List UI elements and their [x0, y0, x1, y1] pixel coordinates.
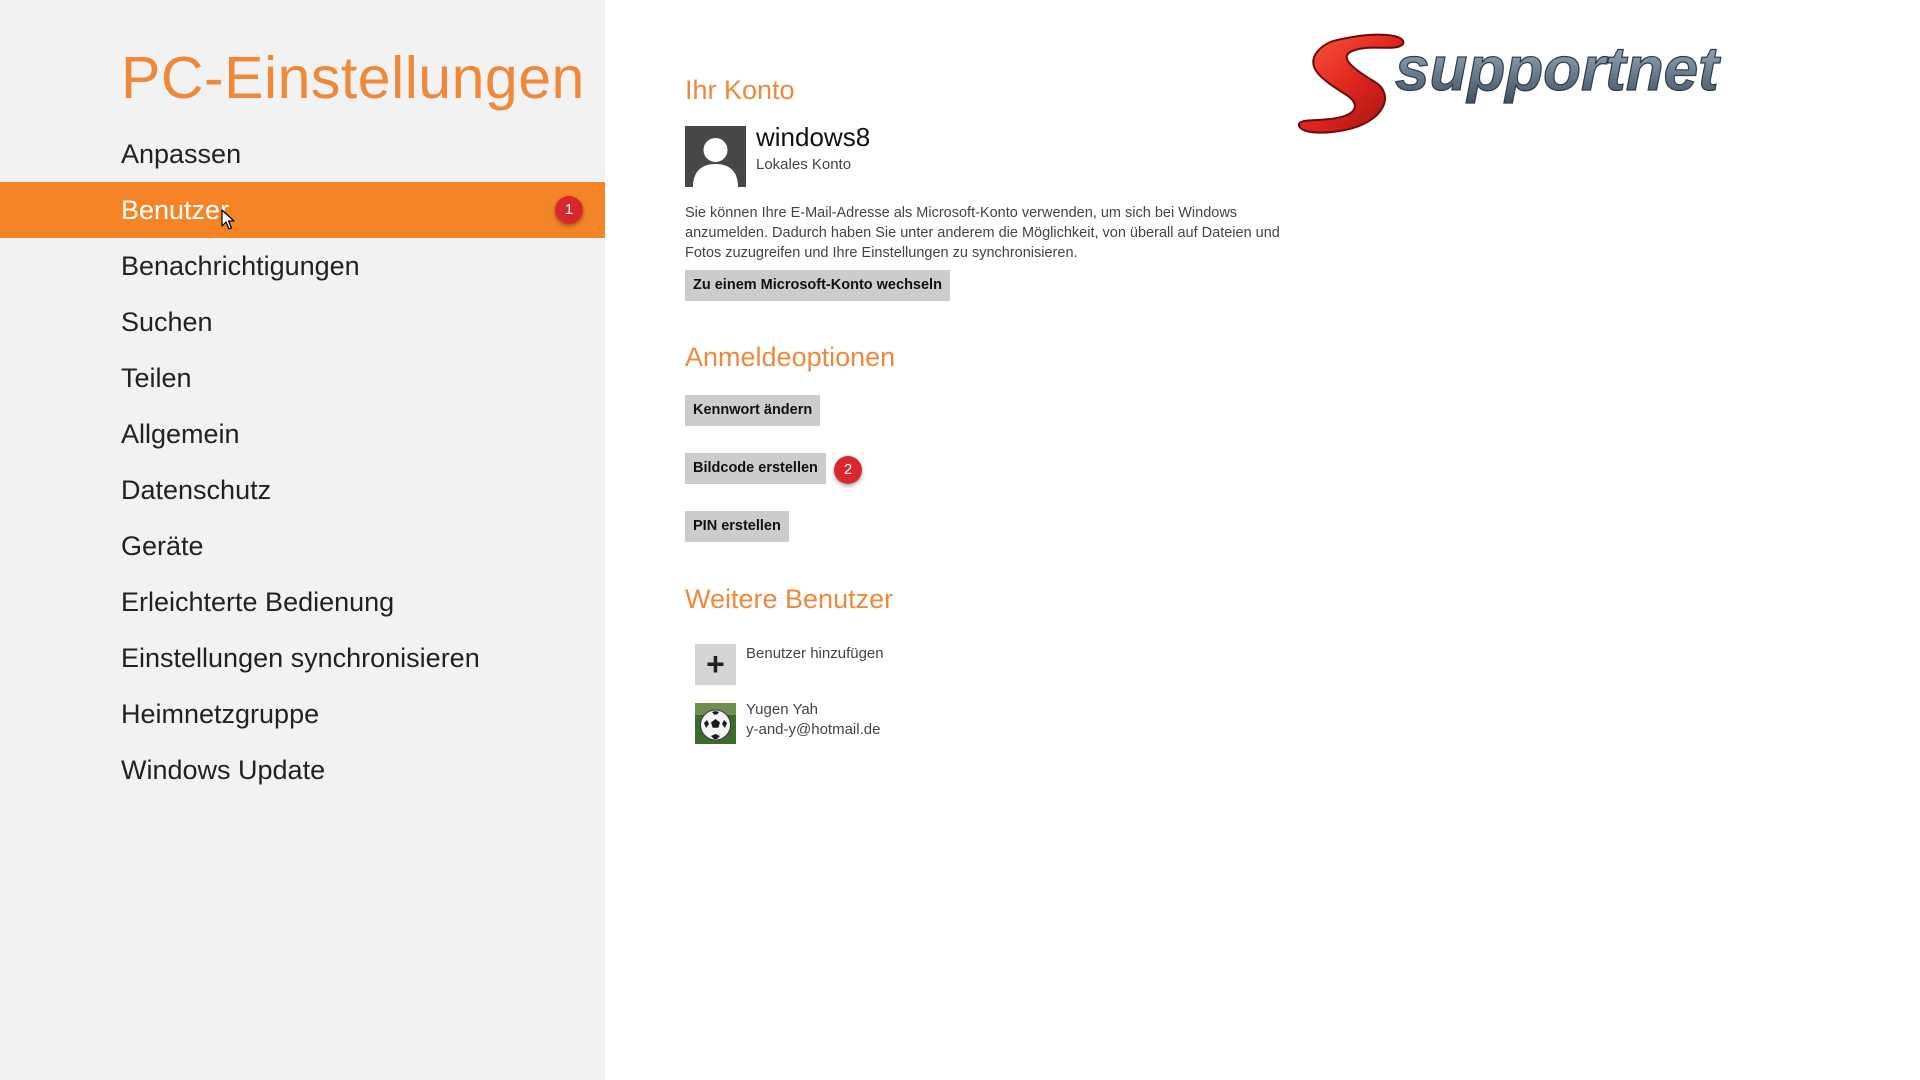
step-badge-1: 1 — [555, 196, 583, 224]
nav-item-label: Suchen — [121, 307, 213, 337]
step-badge-2: 2 — [834, 456, 862, 484]
user-silhouette-icon — [693, 138, 738, 187]
nav-item-suchen[interactable]: Suchen — [0, 294, 605, 350]
supportnet-logo: supportnet — [1297, 33, 1722, 134]
nav-item-teilen[interactable]: Teilen — [0, 350, 605, 406]
nav-item-label: Datenschutz — [121, 475, 272, 505]
nav-item-label: Windows Update — [121, 755, 326, 785]
nav-item-datenschutz[interactable]: Datenschutz — [0, 462, 605, 518]
switch-microsoft-account-button[interactable]: Zu einem Microsoft-Konto wechseln — [685, 270, 950, 301]
signin-options-title: Anmeldeoptionen — [685, 342, 896, 372]
default-user-avatar — [685, 126, 746, 187]
plus-icon: + — [706, 646, 725, 682]
nav-item-allgemein[interactable]: Allgemein — [0, 406, 605, 462]
account-name: windows8 — [756, 122, 871, 152]
nav-item-label: Heimnetzgruppe — [121, 699, 320, 729]
nav-item-benachrichtigungen[interactable]: Benachrichtigungen — [0, 238, 605, 294]
change-password-button[interactable]: Kennwort ändern — [685, 395, 821, 426]
add-user-label[interactable]: Benutzer hinzufügen — [746, 645, 884, 662]
account-description: Sie können Ihre E-Mail-Adresse als Micro… — [685, 205, 1280, 261]
other-user-name[interactable]: Yugen Yah — [746, 701, 818, 718]
nav-item-einstellungen-synchronisieren[interactable]: Einstellungen synchronisieren — [0, 630, 605, 686]
settings-sidebar: PC-Einstellungen Anpassen Benutzer 1 Ben… — [0, 0, 605, 1080]
nav-item-geraete[interactable]: Geräte — [0, 518, 605, 574]
nav-item-label: Einstellungen synchronisieren — [121, 643, 480, 673]
other-user-email: y-and-y@hotmail.de — [746, 721, 881, 738]
create-picture-password-button[interactable]: Bildcode erstellen — [685, 453, 826, 484]
other-users-title: Weitere Benutzer — [685, 584, 894, 614]
account-section-title: Ihr Konto — [685, 75, 795, 105]
nav-item-label: Erleichterte Bedienung — [121, 587, 395, 617]
nav-item-label: Anpassen — [121, 139, 242, 169]
nav-item-label: Benachrichtigungen — [121, 251, 360, 281]
app-title: PC-Einstellungen — [121, 45, 585, 111]
soccer-ball-icon — [695, 703, 736, 744]
nav-item-erleichterte-bedienung[interactable]: Erleichterte Bedienung — [0, 574, 605, 630]
nav-item-anpassen[interactable]: Anpassen — [0, 126, 605, 182]
nav-item-label: Geräte — [121, 531, 204, 561]
nav-item-heimnetzgruppe[interactable]: Heimnetzgruppe — [0, 686, 605, 742]
logo-wordmark: supportnet — [1395, 35, 1721, 104]
nav-item-label: Teilen — [121, 363, 192, 393]
add-user-tile[interactable]: + — [695, 644, 736, 685]
nav-item-label: Benutzer — [121, 195, 230, 225]
nav-item-benutzer[interactable]: Benutzer 1 — [0, 182, 605, 238]
nav-item-windows-update[interactable]: Windows Update — [0, 742, 605, 798]
account-type: Lokales Konto — [756, 156, 852, 173]
user-avatar-soccer[interactable] — [695, 703, 736, 744]
create-pin-button[interactable]: PIN erstellen — [685, 511, 789, 542]
nav-item-label: Allgemein — [121, 419, 240, 449]
settings-nav: Anpassen Benutzer 1 Benachrichtigungen S… — [0, 126, 605, 798]
mouse-cursor-icon — [221, 209, 235, 230]
